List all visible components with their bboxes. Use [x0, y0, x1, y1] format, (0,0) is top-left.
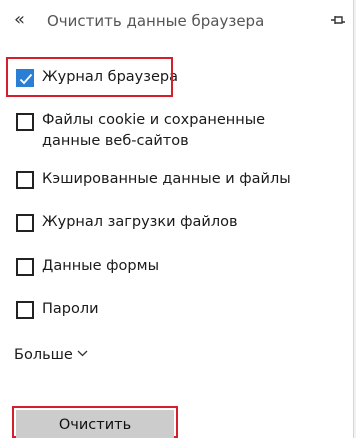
double-chevron-left-icon: « [14, 9, 26, 30]
more-label: Больше [14, 347, 73, 363]
option-label[interactable]: Файлы cookie и сохраненные данные веб-са… [42, 110, 317, 152]
option-label[interactable]: Пароли [42, 299, 322, 320]
checkbox-cached-data[interactable] [16, 171, 34, 189]
back-button[interactable]: « [14, 10, 34, 32]
panel-title: Очистить данные браузера [47, 12, 265, 30]
option-form-data[interactable]: Данные формы [0, 256, 353, 278]
option-label[interactable]: Данные формы [42, 256, 322, 277]
pin-icon [331, 16, 345, 24]
clear-button[interactable]: Очистить [16, 410, 174, 438]
checkbox-cookies[interactable] [16, 113, 34, 131]
more-toggle[interactable]: Больше [14, 345, 88, 363]
checkbox-passwords[interactable] [16, 301, 34, 319]
option-passwords[interactable]: Пароли [0, 299, 353, 321]
option-download-history[interactable]: Журнал загрузки файлов [0, 212, 353, 234]
pin-button[interactable] [330, 12, 346, 28]
option-label[interactable]: Журнал браузера [42, 67, 322, 88]
checkbox-form-data[interactable] [16, 258, 34, 276]
clear-button-highlight: Очистить [12, 406, 178, 438]
clear-browsing-data-panel: « Очистить данные браузера Журнал браузе… [0, 0, 354, 438]
option-label[interactable]: Журнал загрузки файлов [42, 212, 322, 233]
option-cached-data[interactable]: Кэшированные данные и файлы [0, 169, 353, 191]
option-browsing-history[interactable]: Журнал браузера [0, 67, 353, 89]
option-label[interactable]: Кэшированные данные и файлы [42, 169, 322, 190]
panel-header: « Очистить данные браузера [0, 0, 353, 44]
chevron-down-icon [77, 345, 88, 361]
checkbox-browsing-history[interactable] [16, 69, 34, 87]
option-cookies[interactable]: Файлы cookie и сохраненные данные веб-са… [0, 110, 353, 154]
checkmark-icon [19, 73, 33, 85]
checkbox-download-history[interactable] [16, 214, 34, 232]
